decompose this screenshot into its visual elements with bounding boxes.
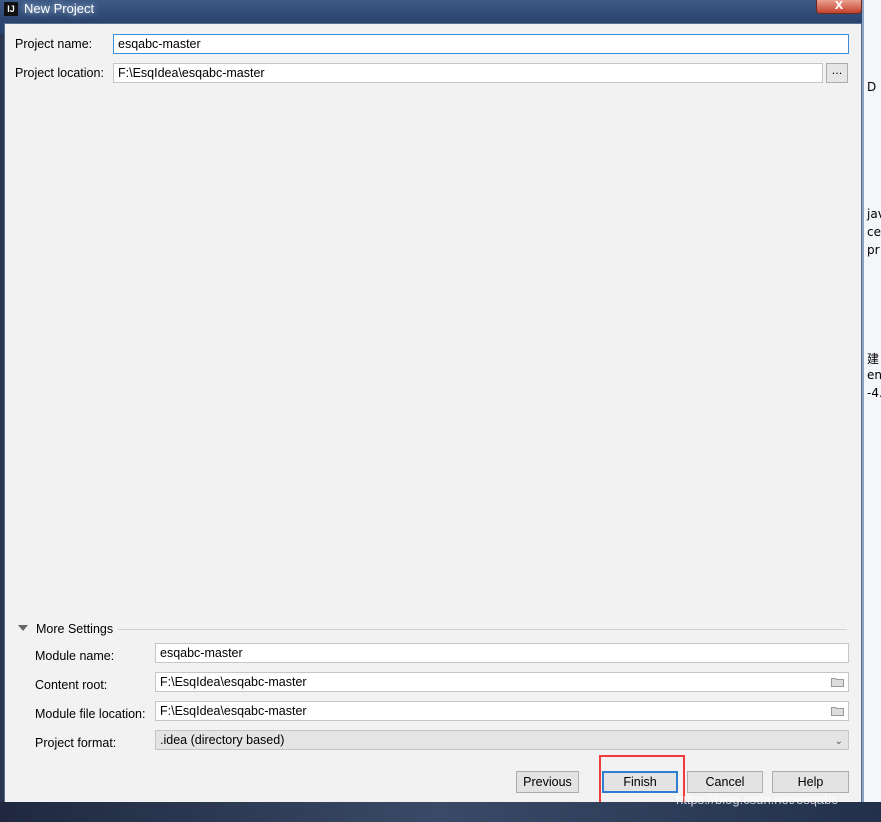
watermark: https://blog.csdn.net/esqabc: [676, 792, 838, 807]
background-text: jav: [867, 207, 881, 221]
previous-button[interactable]: Previous: [516, 771, 579, 793]
new-project-dialog: Project name: esqabc-master Project loca…: [4, 23, 862, 805]
project-format-label: Project format:: [35, 736, 117, 750]
annotation-highlight-box: [599, 755, 685, 805]
project-format-select[interactable]: .idea (directory based) ⌄: [155, 730, 849, 750]
project-location-label: Project location:: [15, 66, 104, 80]
project-format-value: .idea (directory based): [160, 733, 285, 747]
folder-icon[interactable]: [831, 677, 844, 687]
help-button[interactable]: Help: [772, 771, 849, 793]
module-file-location-input[interactable]: F:\EsqIdea\esqabc-master: [155, 701, 849, 721]
content-root-value: F:\EsqIdea\esqabc-master: [160, 675, 307, 689]
background-window: D jav ces pr 建 en -4.: [862, 0, 881, 802]
background-text: en: [867, 368, 881, 382]
window-title: New Project: [24, 1, 95, 16]
chevron-down-icon: ⌄: [834, 736, 843, 747]
module-file-location-label: Module file location:: [35, 707, 146, 721]
content-root-input[interactable]: F:\EsqIdea\esqabc-master: [155, 672, 849, 692]
close-button[interactable]: X: [816, 0, 862, 14]
background-text: 建: [867, 352, 880, 366]
cancel-button[interactable]: Cancel: [687, 771, 763, 793]
browse-button[interactable]: ...: [826, 63, 848, 83]
module-name-label: Module name:: [35, 649, 115, 663]
background-text: ces: [867, 225, 881, 239]
project-name-input[interactable]: esqabc-master: [113, 34, 849, 54]
content-root-label: Content root:: [35, 678, 108, 692]
project-location-input[interactable]: F:\EsqIdea\esqabc-master: [113, 63, 823, 83]
divider: [118, 629, 847, 630]
collapse-triangle-icon[interactable]: [18, 625, 28, 631]
more-settings-toggle[interactable]: More Settings: [36, 622, 113, 636]
intellij-app-icon: IJ: [4, 2, 18, 16]
background-text: pr: [867, 243, 880, 257]
background-text: D: [867, 80, 877, 94]
project-name-label: Project name:: [15, 37, 93, 51]
background-text: -4.: [867, 386, 881, 400]
folder-icon[interactable]: [831, 706, 844, 716]
module-name-input[interactable]: esqabc-master: [155, 643, 849, 663]
module-file-location-value: F:\EsqIdea\esqabc-master: [160, 704, 307, 718]
